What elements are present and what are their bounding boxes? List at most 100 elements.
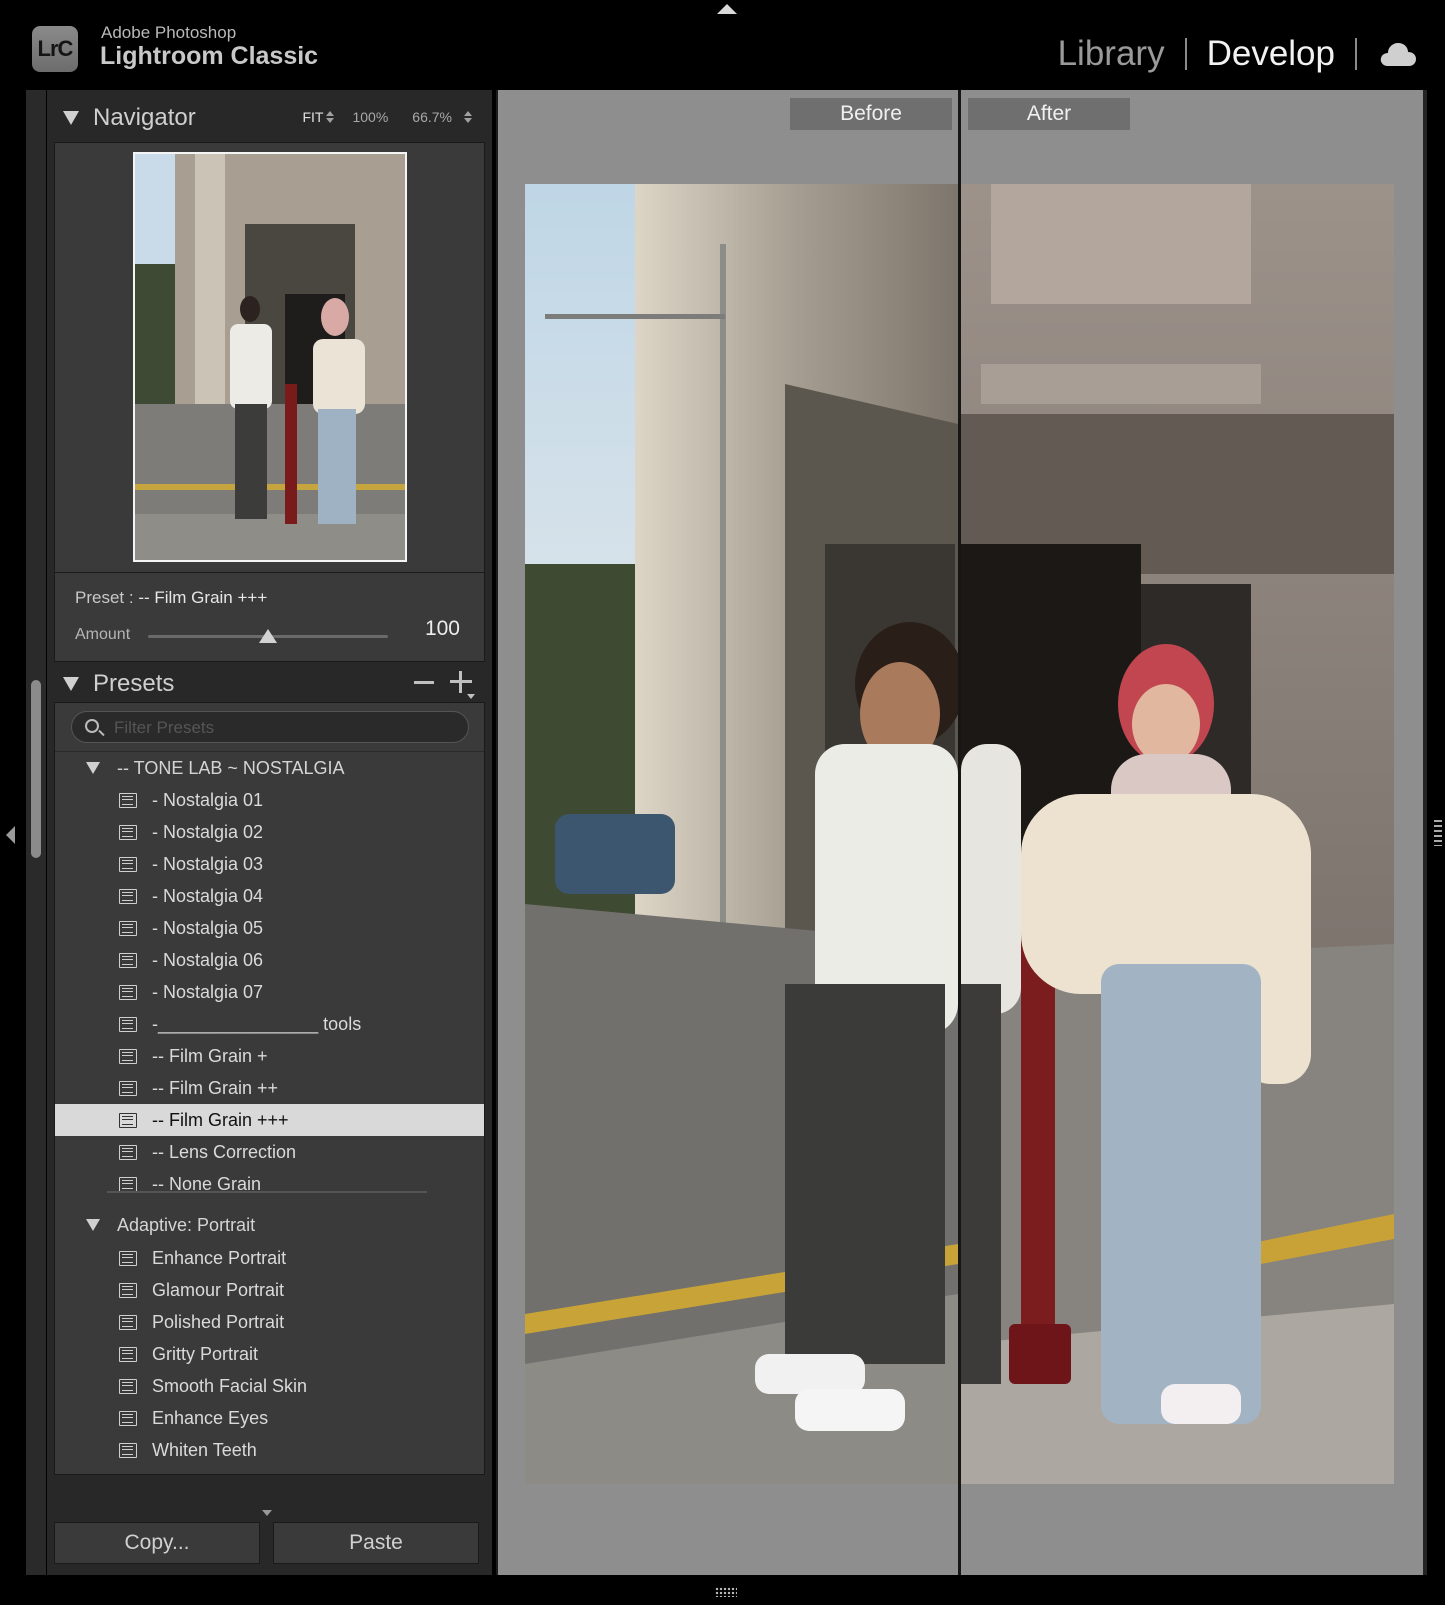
chevron-down-icon: [467, 694, 475, 699]
before-photo[interactable]: [525, 184, 958, 1484]
preset-label: -- Film Grain +: [152, 1045, 268, 1066]
updown-arrows-icon[interactable]: [326, 110, 335, 124]
preset-label: Smooth Facial Skin: [152, 1375, 308, 1396]
presets-actions: [414, 671, 475, 699]
preset-icon: [119, 888, 137, 904]
preset-item[interactable]: - Nostalgia 07: [55, 976, 484, 1008]
preset-icon: [119, 1176, 137, 1192]
preset-group-items: Enhance Portrait Glamour Portrait Polish…: [55, 1242, 484, 1466]
collapse-triangle-icon[interactable]: [63, 111, 79, 125]
divider: [107, 1191, 427, 1193]
current-preset-name: -- Film Grain +++: [138, 588, 268, 607]
after-photo[interactable]: [961, 184, 1394, 1484]
collapse-top-panel-icon[interactable]: [717, 4, 737, 14]
preset-item[interactable]: - Nostalgia 01: [55, 784, 484, 816]
preset-label: Whiten Teeth: [152, 1439, 257, 1460]
preset-item[interactable]: Smooth Facial Skin: [55, 1370, 484, 1402]
filmstrip-handle-icon[interactable]: [715, 1587, 737, 1597]
preset-item[interactable]: - Nostalgia 06: [55, 944, 484, 976]
preset-item[interactable]: - Nostalgia 05: [55, 912, 484, 944]
preset-item[interactable]: Enhance Portrait: [55, 1242, 484, 1274]
zoom-custom[interactable]: 66.7%: [412, 109, 452, 125]
remove-preset-icon[interactable]: [414, 680, 434, 684]
navigator-header[interactable]: Navigator FIT 100% 66.7%: [47, 96, 492, 140]
preset-amount-label: Preset : -- Film Grain +++: [75, 588, 267, 608]
preset-label: - Nostalgia 07: [152, 981, 264, 1002]
preset-icon: [119, 1016, 137, 1032]
cloud-icon[interactable]: [1379, 41, 1417, 67]
preset-group-header[interactable]: Adaptive: Portrait: [55, 1210, 484, 1240]
filter-presets-field[interactable]: [71, 711, 469, 743]
preset-prefix: Preset :: [75, 588, 139, 607]
navigator-thumbnail[interactable]: [133, 152, 407, 562]
preset-group-header[interactable]: -- TONE LAB ~ NOSTALGIA: [55, 753, 484, 783]
preset-label: - Nostalgia 02: [152, 821, 264, 842]
preset-label: Enhance Eyes: [152, 1407, 269, 1428]
collapse-triangle-icon[interactable]: [86, 1219, 100, 1231]
preset-label: - Nostalgia 06: [152, 949, 264, 970]
navigator-zoom-options: FIT 100% 66.7%: [302, 109, 472, 125]
preset-item[interactable]: Glamour Portrait: [55, 1274, 484, 1306]
preset-label: Enhance Portrait: [152, 1247, 287, 1268]
presets-title: Presets: [93, 670, 175, 697]
right-panel-edge: [1423, 90, 1427, 1575]
zoom-100[interactable]: 100%: [352, 109, 388, 125]
preset-item[interactable]: -________________ tools: [55, 1008, 484, 1040]
preset-item[interactable]: Polished Portrait: [55, 1306, 484, 1338]
paste-button[interactable]: Paste: [273, 1522, 479, 1564]
preset-icon: [119, 1346, 137, 1362]
module-divider: [1184, 38, 1187, 70]
preset-item[interactable]: -- Lens Correction: [55, 1136, 484, 1168]
preset-icon: [119, 792, 137, 808]
add-preset-icon[interactable]: [450, 671, 475, 699]
collapse-left-panel-icon[interactable]: [6, 826, 15, 844]
filter-presets-input[interactable]: [114, 716, 454, 740]
left-panel: Navigator FIT 100% 66.7% Preset: -- Fil…: [47, 90, 492, 1575]
preset-item[interactable]: Gritty Portrait: [55, 1338, 484, 1370]
preset-item[interactable]: Enhance Eyes: [55, 1402, 484, 1434]
preset-group-label: Adaptive: Portrait: [117, 1214, 256, 1235]
preset-item[interactable]: -- None Grain: [55, 1168, 484, 1200]
amount-value[interactable]: 100: [425, 617, 460, 641]
updown-arrows-icon[interactable]: [464, 110, 472, 124]
preset-item[interactable]: - Nostalgia 04: [55, 880, 484, 912]
scroll-down-icon[interactable]: [262, 1510, 272, 1516]
collapse-triangle-icon[interactable]: [86, 762, 100, 774]
preset-icon: [119, 1378, 137, 1394]
preset-item[interactable]: - Nostalgia 02: [55, 816, 484, 848]
zoom-fit[interactable]: FIT: [302, 109, 323, 125]
brand-title: Lightroom Classic: [100, 42, 319, 70]
preset-icon: [119, 856, 137, 872]
navigator-preview[interactable]: [54, 142, 485, 574]
preset-group-items: - Nostalgia 01 - Nostalgia 02 - Nostalgi…: [55, 784, 484, 1200]
navigator-title: Navigator: [93, 104, 196, 131]
preset-item[interactable]: Whiten Teeth: [55, 1434, 484, 1466]
copy-button[interactable]: Copy...: [54, 1522, 260, 1564]
preset-label: Polished Portrait: [152, 1311, 285, 1332]
preset-item[interactable]: -- Film Grain ++: [55, 1072, 484, 1104]
search-icon: [85, 719, 99, 733]
preset-icon: [119, 1112, 137, 1128]
amount-slider-thumb[interactable]: [259, 629, 277, 643]
brand-subtitle: Adobe Photoshop: [101, 23, 237, 42]
amount-label: Amount: [75, 626, 131, 643]
module-develop[interactable]: Develop: [1207, 34, 1335, 74]
preset-label: - Nostalgia 04: [152, 885, 264, 906]
preset-label: -- Lens Correction: [152, 1141, 297, 1162]
preset-icon: [119, 1410, 137, 1426]
preset-label: Glamour Portrait: [152, 1279, 285, 1300]
preset-icon: [119, 1314, 137, 1330]
left-panel-scrollbar[interactable]: [31, 680, 41, 858]
collapse-triangle-icon[interactable]: [63, 677, 79, 691]
preset-item-selected[interactable]: -- Film Grain +++: [55, 1104, 484, 1136]
preset-item[interactable]: -- Film Grain +: [55, 1040, 484, 1072]
right-panel-handle[interactable]: [1434, 820, 1442, 846]
presets-header[interactable]: Presets: [47, 662, 492, 706]
module-picker: Library Develop: [1058, 32, 1417, 76]
preset-icon: [119, 1048, 137, 1064]
lrc-logo: LrC: [32, 26, 78, 72]
module-library[interactable]: Library: [1058, 34, 1165, 74]
preset-label: -- Film Grain +++: [152, 1109, 289, 1130]
preset-icon: [119, 1144, 137, 1160]
preset-item[interactable]: - Nostalgia 03: [55, 848, 484, 880]
